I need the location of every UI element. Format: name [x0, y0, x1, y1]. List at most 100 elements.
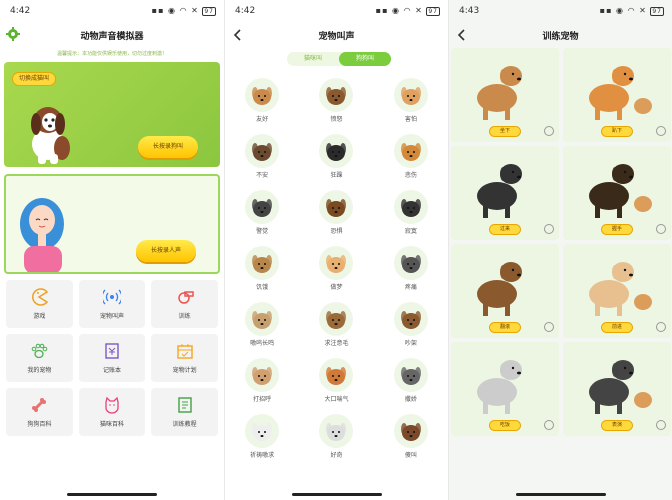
- sound-label: 狂躁: [330, 172, 343, 179]
- edit-icon[interactable]: [544, 224, 554, 234]
- tab-cat-sounds[interactable]: 猫咪叫: [287, 52, 339, 66]
- edit-icon[interactable]: [544, 420, 554, 430]
- edit-icon[interactable]: [544, 322, 554, 332]
- menu-item-dog-encyclopedia[interactable]: 狗狗百科: [6, 388, 73, 436]
- sound-label: 撒娇: [404, 396, 417, 403]
- menu-item-pet-plan[interactable]: 宠物计划: [151, 334, 218, 382]
- command-button[interactable]: 表演: [601, 420, 633, 431]
- pet-photo: [589, 164, 652, 218]
- sound-item[interactable]: 害怕: [374, 78, 448, 126]
- edit-icon[interactable]: [656, 322, 666, 332]
- menu-item-pet-sounds[interactable]: 宠物叫声: [78, 280, 146, 328]
- home-indicator[interactable]: [291, 493, 382, 496]
- sound-label: 恐惧: [330, 228, 343, 235]
- dog-photo-icon: [245, 246, 280, 280]
- sound-item[interactable]: 做梦: [299, 246, 373, 294]
- command-button[interactable]: 过来: [489, 224, 521, 235]
- sound-item[interactable]: 饥饿: [225, 246, 299, 294]
- pet-photo: [589, 360, 652, 414]
- sound-item[interactable]: 祈祷嗷求: [225, 414, 299, 462]
- sound-item[interactable]: 大口喘气: [299, 358, 373, 406]
- edit-icon[interactable]: [656, 420, 666, 430]
- nav-bar: 动物声音模拟器: [0, 24, 224, 46]
- paw-icon: [32, 343, 48, 359]
- status-icons: ▪▪ ◉ ◠ ✕ 97: [599, 6, 664, 16]
- sound-item[interactable]: 警觉: [225, 190, 299, 238]
- status-time: 4:43: [459, 6, 480, 16]
- hold-record-human-button[interactable]: 长按录人声: [136, 240, 196, 262]
- dog-photo-icon: [319, 246, 354, 280]
- sound-label: 愤怒: [330, 116, 343, 123]
- pet-photo: [477, 360, 522, 414]
- sound-label: 嗷呜长鸣: [250, 340, 275, 347]
- command-card: 表演: [563, 342, 671, 436]
- nav-bar: 训练宠物: [449, 24, 672, 46]
- sound-item[interactable]: 打招呼: [225, 358, 299, 406]
- menu-item-ledger[interactable]: 记账本: [78, 334, 146, 382]
- pet-photo: [589, 262, 652, 316]
- command-button[interactable]: 前进: [601, 322, 633, 333]
- menu-item-game[interactable]: 游戏: [6, 280, 73, 328]
- sound-item[interactable]: 吵架: [374, 302, 448, 350]
- page-title: 训练宠物: [542, 32, 579, 42]
- dog-photo-icon: [393, 358, 428, 392]
- dog-photo-icon: [319, 414, 354, 448]
- command-card: 坐下: [451, 48, 559, 142]
- sound-item[interactable]: 狂躁: [299, 134, 373, 182]
- dog-recorder-banner: 切换成猫叫 长按录狗叫: [4, 62, 220, 167]
- dog-photo-icon: [393, 414, 428, 448]
- bone-icon: [32, 398, 47, 412]
- command-card: 过来: [451, 146, 559, 240]
- sound-item[interactable]: 疼痛: [374, 246, 448, 294]
- pet-photo: [477, 262, 522, 316]
- pet-sounds-screen: 4:42 ▪▪ ◉ ◠ ✕ 97 宠物叫声 猫咪叫 狗狗叫 友好 愤怒 害怕 不安 狂躁…: [224, 0, 448, 500]
- sound-item[interactable]: 嗷呜长鸣: [225, 302, 299, 350]
- command-button[interactable]: 翻滚: [489, 322, 521, 333]
- animal-tab-switch: 猫咪叫 狗狗叫: [287, 52, 391, 66]
- command-button[interactable]: 趴下: [601, 126, 633, 137]
- sound-item[interactable]: 撒娇: [374, 358, 448, 406]
- dog-photo-icon: [245, 78, 280, 112]
- edit-icon[interactable]: [656, 224, 666, 234]
- page-title: 动物声音模拟器: [80, 32, 144, 42]
- sound-item[interactable]: 好奇: [299, 414, 373, 462]
- hold-record-dog-button[interactable]: 长按录狗叫: [138, 136, 198, 158]
- edit-icon[interactable]: [544, 126, 554, 136]
- pet-photo: [477, 66, 522, 120]
- sound-item[interactable]: 愤怒: [299, 78, 373, 126]
- menu-item-my-pets[interactable]: 我的宠物: [6, 334, 73, 382]
- menu-item-label: 训练: [178, 313, 191, 320]
- sound-label: 打招呼: [253, 396, 272, 403]
- home-indicator[interactable]: [67, 493, 157, 496]
- dog-photo-icon: [319, 134, 354, 168]
- dog-photo-icon: [393, 190, 428, 224]
- menu-item-training-tutorial[interactable]: 训练教程: [151, 388, 218, 436]
- pet-photo: [589, 66, 652, 120]
- sound-label: 警觉: [256, 228, 269, 235]
- tab-dog-sounds[interactable]: 狗狗叫: [339, 52, 391, 66]
- menu-item-cat-encyclopedia[interactable]: 猫咪百科: [78, 388, 146, 436]
- command-card: 握手: [563, 146, 671, 240]
- command-button[interactable]: 吃饭: [489, 420, 521, 431]
- whistle-icon: [177, 291, 194, 304]
- sound-item[interactable]: 悲伤: [374, 134, 448, 182]
- sound-item[interactable]: 不安: [225, 134, 299, 182]
- home-indicator[interactable]: [515, 493, 606, 496]
- dog-photo-icon: [245, 358, 280, 392]
- edit-icon[interactable]: [656, 126, 666, 136]
- sound-item[interactable]: 寂寞: [374, 190, 448, 238]
- menu-item-label: 宠物计划: [172, 367, 197, 374]
- tutorial-book-icon: [177, 397, 192, 413]
- human-recorder-banner: 长按录人声: [4, 174, 220, 274]
- sound-item[interactable]: 友好: [225, 78, 299, 126]
- sound-item[interactable]: 傻叫: [374, 414, 448, 462]
- switch-to-cat-button[interactable]: 切换成猫叫: [12, 72, 57, 86]
- sound-item[interactable]: 恐惧: [299, 190, 373, 238]
- menu-item-training[interactable]: 训练: [151, 280, 218, 328]
- sound-item[interactable]: 求注意毛: [299, 302, 373, 350]
- menu-item-label: 我的宠物: [27, 367, 52, 374]
- command-button[interactable]: 握手: [601, 224, 633, 235]
- dog-photo-icon: [393, 134, 428, 168]
- command-button[interactable]: 坐下: [489, 126, 521, 137]
- dog-photo-icon: [245, 190, 280, 224]
